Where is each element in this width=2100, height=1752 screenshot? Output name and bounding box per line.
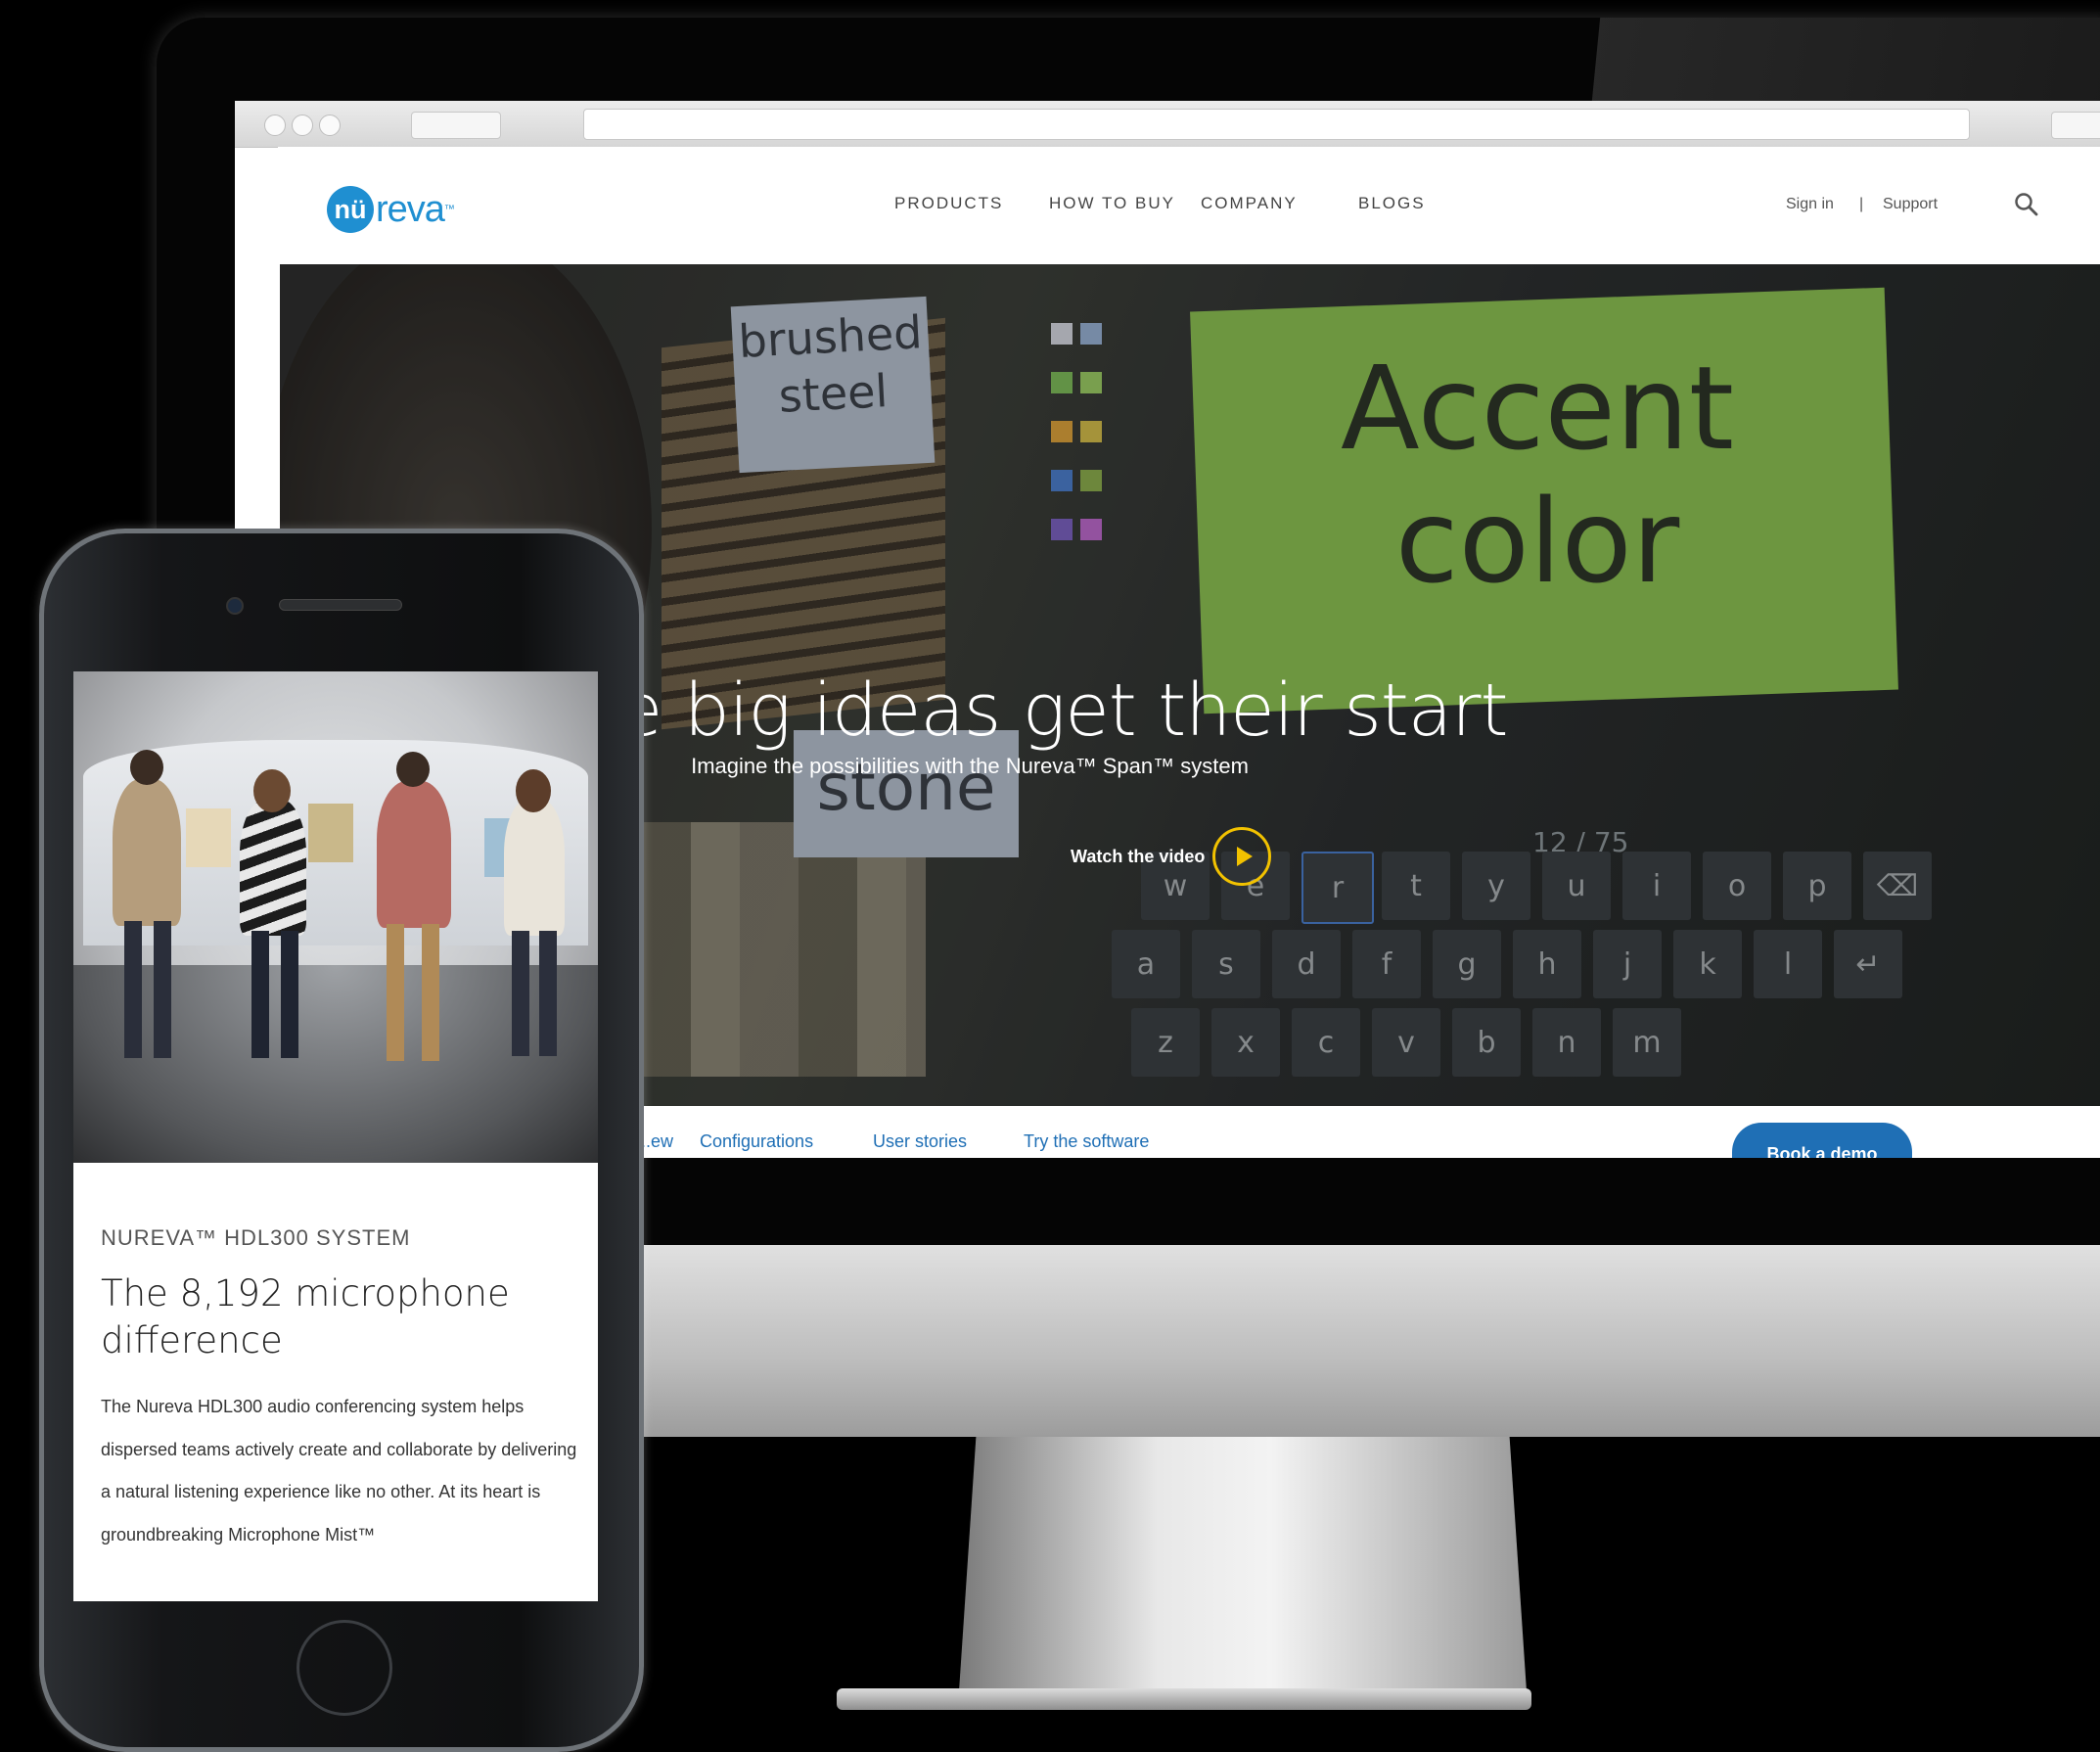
watch-video-button[interactable]: Watch the video <box>1071 827 1272 886</box>
phone-screen: NUREVA™ HDL300 SYSTEM The 8,192 micropho… <box>73 671 598 1601</box>
imac-stand <box>959 1437 1527 1691</box>
search-icon[interactable] <box>2014 192 2039 217</box>
window-maximize-button[interactable] <box>319 115 341 136</box>
play-icon[interactable] <box>1212 827 1272 886</box>
leg <box>539 931 557 1056</box>
browser-tab[interactable] <box>411 112 501 139</box>
leg <box>154 921 171 1058</box>
nav-company[interactable]: COMPANY <box>1201 194 1298 213</box>
subnav-user-stories[interactable]: User stories <box>873 1131 967 1152</box>
wall-note <box>186 808 231 867</box>
wall-note <box>308 804 353 862</box>
leg <box>387 924 404 1061</box>
leg <box>251 931 269 1058</box>
home-button[interactable] <box>297 1620 392 1716</box>
earpiece <box>279 599 402 611</box>
imac-chin <box>616 1245 2100 1437</box>
sign-in-link[interactable]: Sign in <box>1786 196 1834 213</box>
person <box>504 799 565 936</box>
person <box>113 779 181 926</box>
browser-action-button[interactable] <box>2051 112 2100 139</box>
product-eyebrow: NUREVA™ HDL300 SYSTEM <box>101 1225 411 1250</box>
browser-toolbar <box>235 101 2100 148</box>
leg <box>124 921 142 1058</box>
window-close-button[interactable] <box>264 115 286 136</box>
watch-video-label: Watch the video <box>1071 846 1206 866</box>
leg <box>512 931 529 1056</box>
logo-wordmark: reva <box>376 188 445 230</box>
logo-trademark: ™ <box>443 204 455 215</box>
logo-badge: nü <box>327 186 374 233</box>
util-separator: | <box>1859 196 1864 212</box>
nureva-logo[interactable]: nü reva ™ <box>327 184 455 235</box>
person-head <box>253 769 291 812</box>
nav-blogs[interactable]: BLOGS <box>1358 194 1426 213</box>
person <box>377 781 451 928</box>
person <box>240 799 306 936</box>
imac-foot <box>837 1688 1531 1710</box>
leg <box>422 924 439 1061</box>
person-head <box>516 769 551 812</box>
product-description: The Nureva HDL300 audio conferencing sys… <box>101 1397 577 1545</box>
subnav-configurations[interactable]: Configurations <box>700 1131 813 1152</box>
leg <box>281 931 298 1058</box>
nav-how-to-buy[interactable]: HOW TO BUY <box>1049 194 1175 213</box>
front-camera <box>226 597 244 615</box>
iphone: NUREVA™ HDL300 SYSTEM The 8,192 micropho… <box>39 529 644 1752</box>
team-photo <box>73 671 598 1163</box>
person-head <box>130 750 163 785</box>
book-demo-button[interactable]: Book a demo <box>1732 1123 1912 1158</box>
window-minimize-button[interactable] <box>292 115 313 136</box>
product-title: The 8,192 microphone difference <box>101 1272 510 1362</box>
person-head <box>396 752 430 787</box>
site-header: nü reva ™ PRODUCTS HOW TO BUY COMPANY BL… <box>278 147 2100 266</box>
support-link[interactable]: Support <box>1883 196 1938 213</box>
address-bar[interactable] <box>583 109 1970 140</box>
subnav-try-software[interactable]: Try the software <box>1024 1131 1149 1152</box>
nav-products[interactable]: PRODUCTS <box>894 194 1003 213</box>
